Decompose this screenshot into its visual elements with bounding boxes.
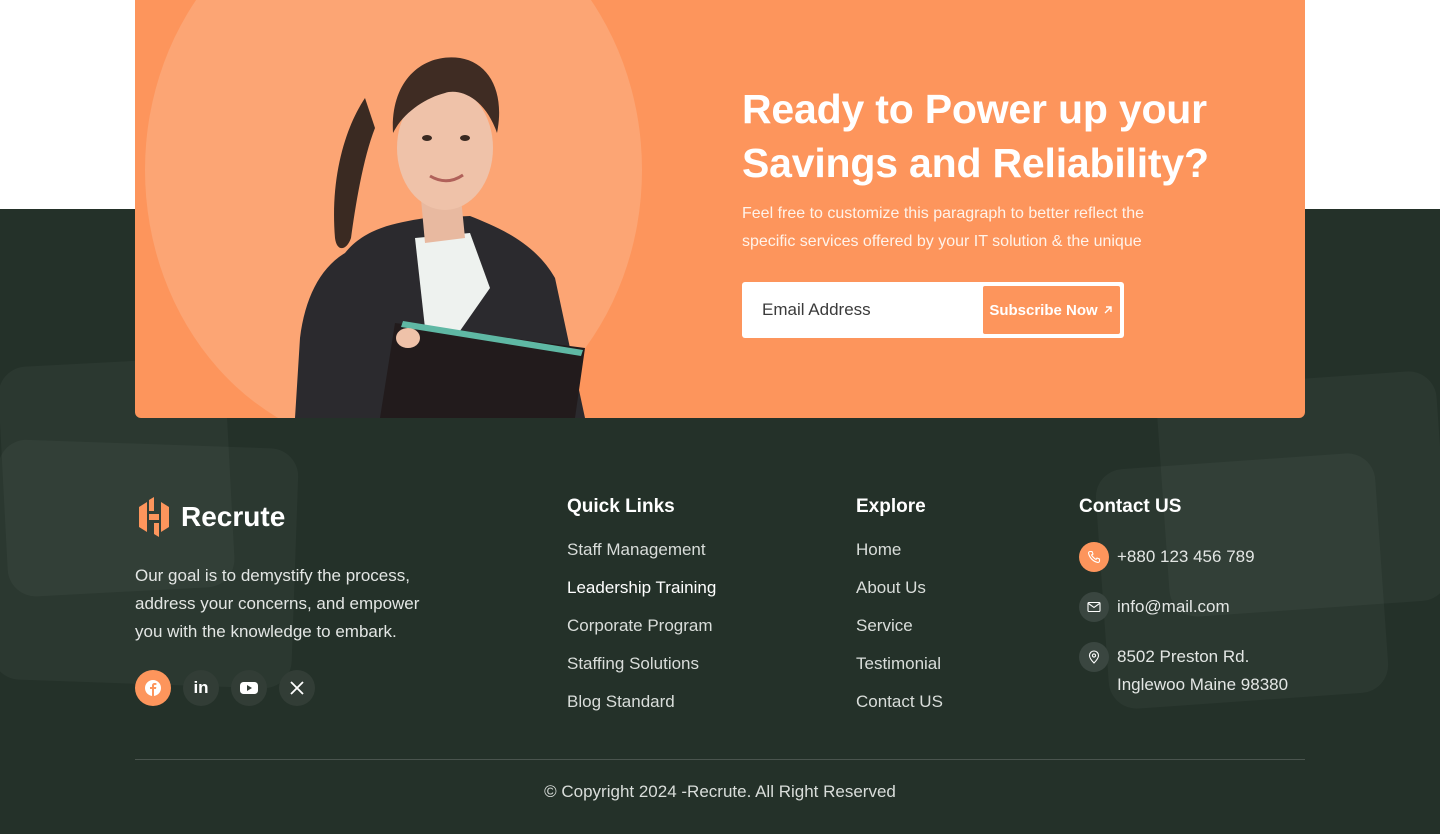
mail-icon: [1079, 592, 1109, 622]
quick-link-blog-standard[interactable]: Blog Standard: [567, 692, 716, 730]
linkedin-icon: in: [193, 678, 209, 697]
explore-heading: Explore: [856, 496, 926, 517]
address: 8502 Preston Rd. Inglewoo Maine 98380: [1117, 642, 1288, 699]
cta-paragraph-line: specific services offered by your IT sol…: [742, 233, 1142, 250]
woman-portrait-image: [295, 57, 585, 418]
social-links: in: [135, 670, 315, 706]
about-text: Our goal is to demystify the process, ad…: [135, 562, 465, 646]
quick-links-list: Staff Management Leadership Training Cor…: [567, 540, 716, 730]
youtube-icon: [240, 682, 258, 694]
about-line: you with the knowledge to embark.: [135, 622, 397, 641]
quick-link-corporate-program[interactable]: Corporate Program: [567, 616, 716, 654]
address-line: Inglewoo Maine 98380: [1117, 675, 1289, 694]
x-twitter-icon: [290, 681, 304, 695]
quick-link-staffing-solutions[interactable]: Staffing Solutions: [567, 654, 716, 692]
brand-name: Recrute: [181, 501, 286, 532]
recrute-logo-icon: [139, 497, 169, 537]
address-line: 8502 Preston Rd.: [1117, 647, 1250, 666]
contact-heading: Contact US: [1079, 496, 1182, 517]
subscribe-button-label: Subscribe Now: [989, 301, 1098, 319]
quick-links-heading: Quick Links: [567, 496, 675, 517]
copyright-text: © Copyright 2024 -Recrute. All Right Res…: [544, 782, 896, 801]
arrow-up-right-icon: [1104, 306, 1112, 314]
quick-link-leadership-training[interactable]: Leadership Training: [567, 578, 716, 616]
cta-heading: Ready to Power up your Savings and Relia…: [742, 82, 1262, 190]
cta-banner: Ready to Power up your Savings and Relia…: [135, 0, 1305, 418]
explore-link-about-us[interactable]: About Us: [856, 578, 943, 616]
cta-paragraph-line: Feel free to customize this paragraph to…: [742, 205, 1144, 222]
contact-address: 8502 Preston Rd. Inglewoo Maine 98380: [1079, 642, 1288, 699]
subscribe-button[interactable]: Subscribe Now: [983, 286, 1120, 334]
cta-paragraph: Feel free to customize this paragraph to…: [742, 200, 1242, 256]
youtube-link[interactable]: [231, 670, 267, 706]
footer-divider: [135, 759, 1305, 760]
footer-logo[interactable]: Recrute: [135, 497, 285, 537]
cta-heading-line: Savings and Reliability?: [742, 140, 1209, 186]
explore-link-testimonial[interactable]: Testimonial: [856, 654, 943, 692]
x-twitter-link[interactable]: [279, 670, 315, 706]
phone-icon: [1079, 542, 1109, 572]
explore-link-home[interactable]: Home: [856, 540, 943, 578]
facebook-link[interactable]: [135, 670, 171, 706]
explore-links-list: Home About Us Service Testimonial Contac…: [856, 540, 943, 730]
quick-link-staff-management[interactable]: Staff Management: [567, 540, 716, 578]
linkedin-link[interactable]: in: [183, 670, 219, 706]
explore-link-contact-us[interactable]: Contact US: [856, 692, 943, 730]
about-line: Our goal is to demystify the process,: [135, 566, 410, 585]
contact-phone[interactable]: +880 123 456 789: [1079, 542, 1255, 572]
cta-heading-line: Ready to Power up your: [742, 86, 1207, 132]
email-address: info@mail.com: [1117, 597, 1230, 616]
location-pin-icon: [1079, 642, 1109, 672]
subscribe-form: Subscribe Now: [742, 282, 1124, 338]
facebook-icon: [145, 680, 161, 696]
phone-number: +880 123 456 789: [1117, 547, 1255, 566]
about-line: address your concerns, and empower: [135, 594, 420, 613]
email-input[interactable]: [762, 300, 983, 320]
contact-email[interactable]: info@mail.com: [1079, 592, 1230, 622]
explore-link-service[interactable]: Service: [856, 616, 943, 654]
